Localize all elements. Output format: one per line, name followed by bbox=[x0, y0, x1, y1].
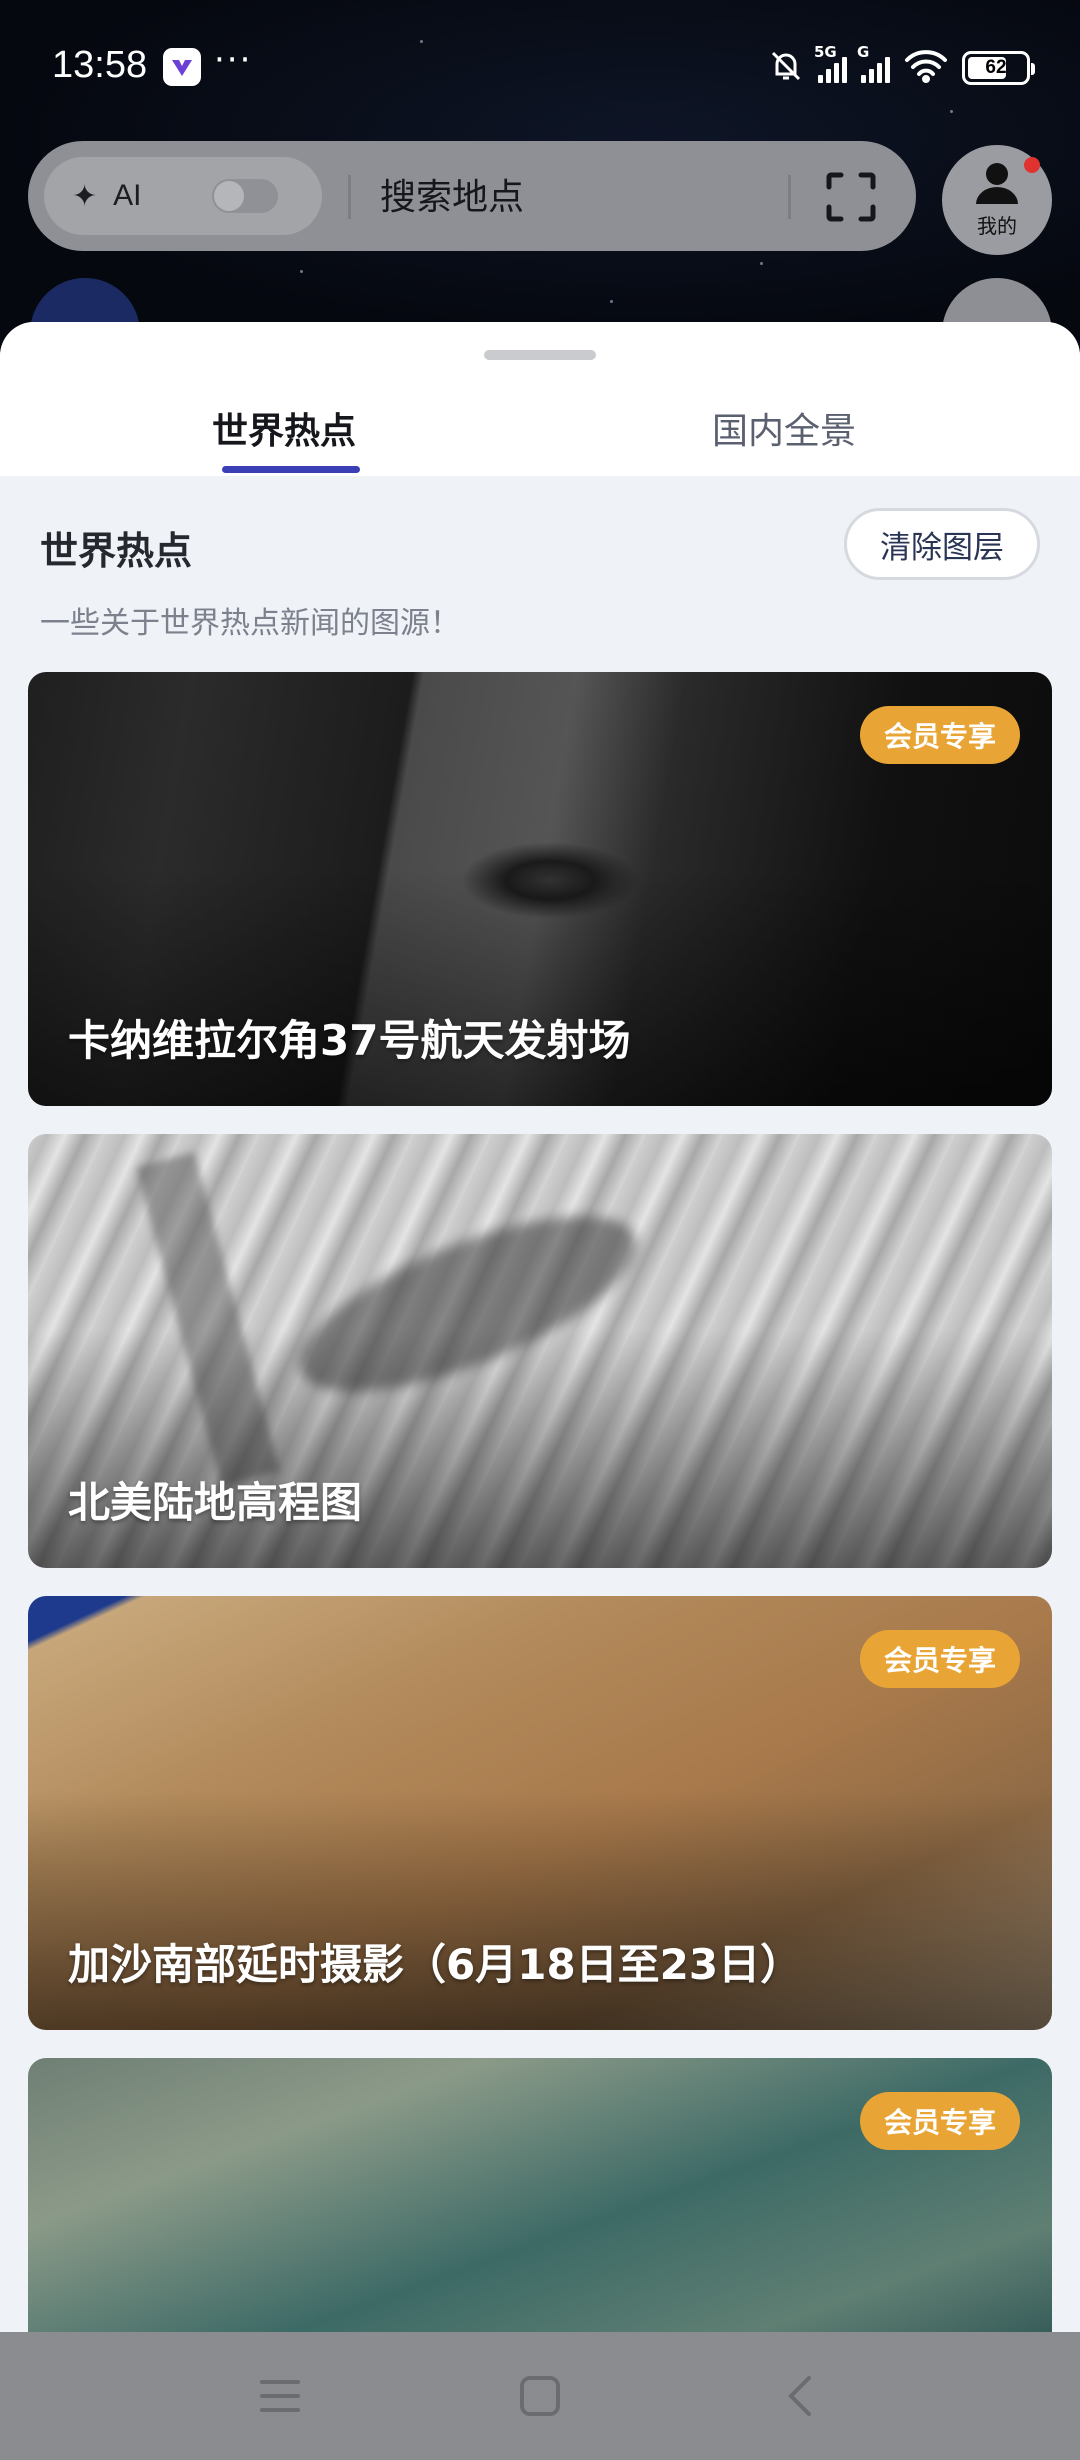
sparkle-icon: ✦ bbox=[72, 178, 98, 214]
status-icons: 5G G 62 bbox=[768, 40, 1035, 96]
card-title: 加沙南部延时摄影（6月18日至23日） bbox=[68, 1940, 803, 1989]
drag-handle[interactable] bbox=[484, 350, 596, 360]
hotspot-card[interactable]: 北美陆地高程图 bbox=[28, 1134, 1052, 1568]
star bbox=[760, 262, 763, 265]
search-input[interactable] bbox=[380, 169, 800, 225]
card-title: 北美陆地高程图 bbox=[68, 1478, 363, 1527]
tab-world-hotspots[interactable]: 世界热点 bbox=[212, 402, 356, 454]
section-subtitle: 一些关于世界热点新闻的图源！ bbox=[40, 606, 460, 641]
search-bar: ✦ AI bbox=[28, 141, 916, 251]
clear-layers-button[interactable]: 清除图层 bbox=[844, 508, 1040, 580]
vip-badge: 会员专享 bbox=[859, 1630, 1020, 1688]
profile-label: 我的 bbox=[977, 213, 1017, 238]
tab-domestic-panorama[interactable]: 国内全景 bbox=[712, 402, 856, 454]
scan-icon[interactable] bbox=[823, 169, 879, 225]
vip-badge: 会员专享 bbox=[859, 706, 1020, 764]
more-notifications-icon: ··· bbox=[214, 40, 253, 80]
status-time: 13:58 bbox=[52, 44, 148, 86]
status-bar: 13:58 ··· 5G G 62 bbox=[0, 0, 1080, 130]
section-title: 世界热点 bbox=[40, 529, 193, 573]
card-title: 卡纳维拉尔角37号航天发射场 bbox=[68, 1016, 631, 1065]
star bbox=[300, 270, 303, 273]
divider bbox=[348, 175, 351, 219]
star bbox=[610, 300, 613, 303]
hotspot-card[interactable]: 会员专享 加沙南部延时摄影（6月18日至23日） bbox=[28, 1596, 1052, 2030]
ai-label: AI bbox=[113, 179, 142, 212]
battery-icon: 62 bbox=[962, 51, 1035, 85]
ai-switch[interactable] bbox=[212, 179, 278, 213]
tab-header: 世界热点 国内全景 bbox=[0, 322, 1080, 476]
vip-badge: 会员专享 bbox=[859, 2092, 1020, 2150]
system-nav-bar bbox=[0, 2332, 1080, 2460]
active-tab-indicator bbox=[222, 466, 360, 473]
battery-level: 62 bbox=[985, 57, 1007, 78]
hotspot-card[interactable]: 会员专享 卡纳维拉尔角37号航天发射场 bbox=[28, 672, 1052, 1106]
home-icon[interactable] bbox=[510, 2366, 570, 2426]
signal-5g-icon: 5G bbox=[814, 43, 847, 83]
divider bbox=[788, 175, 791, 219]
bottom-sheet: 世界热点 国内全景 世界热点 清除图层 一些关于世界热点新闻的图源！ 会员专享 … bbox=[0, 322, 1080, 2332]
hotspot-card[interactable]: 会员专享 bbox=[28, 2058, 1052, 2332]
notification-dot bbox=[1024, 157, 1040, 173]
back-icon[interactable] bbox=[770, 2366, 830, 2426]
ai-toggle-pill[interactable]: ✦ AI bbox=[44, 157, 322, 235]
user-icon bbox=[974, 162, 1020, 208]
profile-button[interactable]: 我的 bbox=[942, 145, 1052, 255]
wifi-icon bbox=[904, 49, 948, 87]
signal-g-icon: G bbox=[857, 43, 890, 83]
app-notification-icon bbox=[163, 48, 201, 86]
menu-icon[interactable] bbox=[250, 2366, 310, 2426]
mute-bell-icon bbox=[768, 48, 804, 88]
